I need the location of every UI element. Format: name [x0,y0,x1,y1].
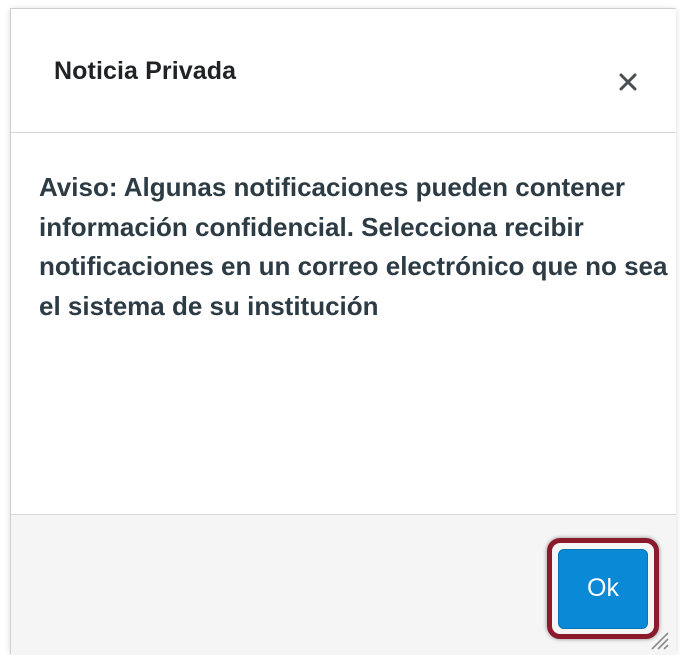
ok-button-highlight: Ok [547,538,659,639]
notice-message: Aviso: Algunas notificaciones pueden con… [39,172,668,321]
dialog-header: Noticia Privada [11,9,676,133]
dialog-footer: Ok [11,514,676,655]
ok-button[interactable]: Ok [558,548,648,629]
close-button[interactable] [609,63,647,101]
close-icon [619,73,637,91]
dialog-title: Noticia Privada [54,57,237,85]
privacy-notice-dialog: Noticia Privada Aviso: Algunas notificac… [10,8,676,655]
resize-grip-icon[interactable] [648,629,670,651]
